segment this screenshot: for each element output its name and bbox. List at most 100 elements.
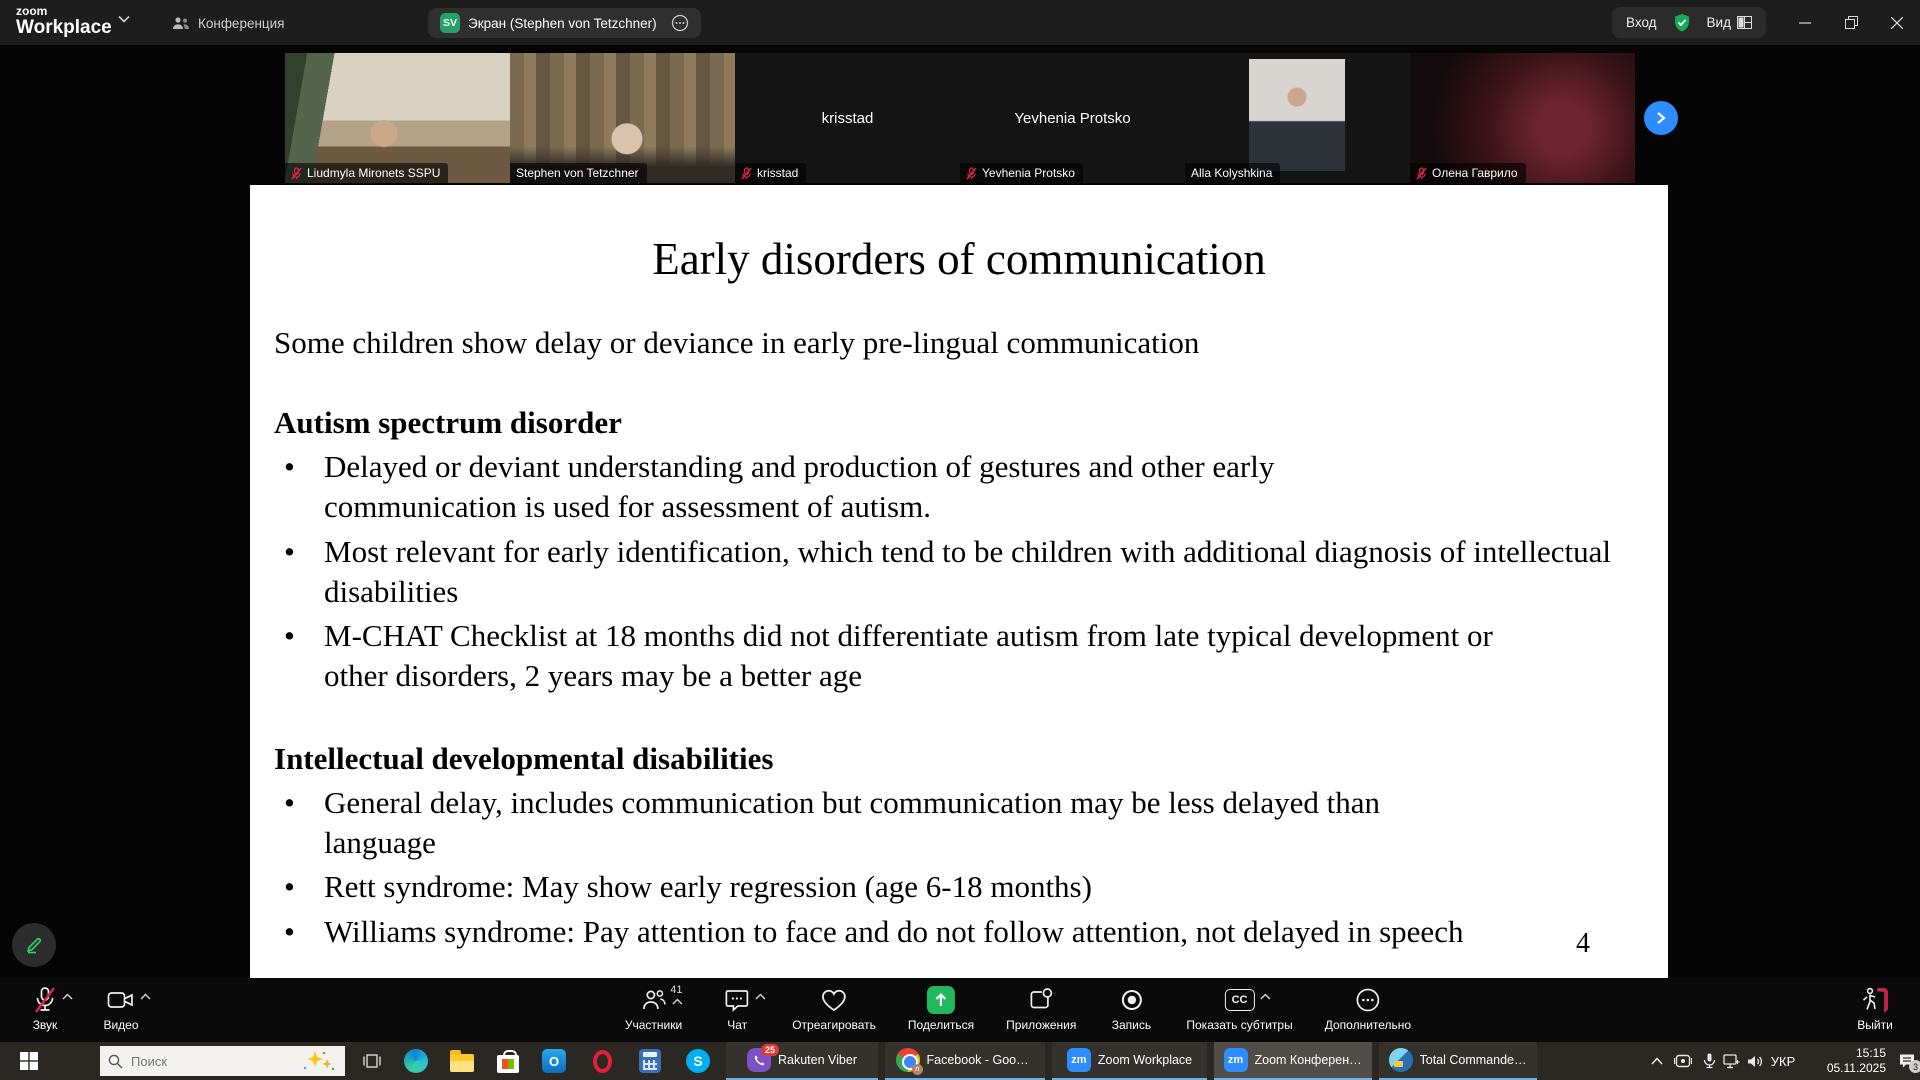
- ellipsis-circle-icon[interactable]: [671, 14, 689, 32]
- taskbar-pin-skype[interactable]: S: [676, 1042, 720, 1080]
- chevron-up-icon[interactable]: [140, 993, 151, 1000]
- camera-icon: [107, 989, 135, 1011]
- zoom-titlebar: zoom Workplace Конференция SV Экран (Ste…: [0, 0, 1920, 45]
- chrome-icon: л: [896, 1048, 920, 1072]
- opera-icon: [593, 1050, 612, 1073]
- participant-tile[interactable]: krisstad krisstad: [735, 53, 960, 183]
- chevron-up-icon[interactable]: [62, 993, 73, 1000]
- search-icon: [108, 1054, 123, 1069]
- taskbar-search[interactable]: [100, 1046, 345, 1076]
- next-participants-button[interactable]: [1644, 101, 1678, 135]
- heart-icon: [820, 987, 848, 1013]
- taskbar-pin-edge[interactable]: [394, 1042, 438, 1080]
- react-button[interactable]: Отреагировать: [792, 984, 876, 1032]
- taskbar-app-label: Rakuten Viber: [778, 1053, 857, 1067]
- mic-muted-icon: [1416, 167, 1427, 180]
- participant-name-label: Yevhenia Protsko: [960, 163, 1083, 183]
- chevron-up-icon[interactable]: [672, 998, 683, 1005]
- slide-bullet: Rett syndrome: May show early regression…: [274, 867, 1644, 907]
- participant-name: Олена Гаврило: [1432, 166, 1518, 180]
- participant-name: Yevhenia Protsko: [982, 166, 1075, 180]
- microsoft-store-icon: [497, 1055, 519, 1073]
- login-button[interactable]: Вход: [1626, 15, 1657, 30]
- taskbar-pin-calculator[interactable]: [628, 1042, 672, 1080]
- audio-button[interactable]: Звук: [22, 984, 68, 1032]
- participants-button[interactable]: 41 Участники: [625, 984, 682, 1032]
- people-icon: [172, 16, 190, 30]
- window-minimize-button[interactable]: [1783, 0, 1827, 45]
- slide-title: Early disorders of communication: [274, 233, 1644, 285]
- share-label: Поделиться: [908, 1018, 974, 1032]
- participant-tile[interactable]: Liudmyla Mironets SSPU: [285, 53, 510, 183]
- chat-button[interactable]: Чат: [714, 984, 760, 1032]
- tray-date: 05.11.2025: [1827, 1061, 1886, 1076]
- participants-count-badge: 41: [670, 984, 682, 996]
- apps-icon: [1028, 987, 1054, 1013]
- participant-name: Stephen von Tetzchner: [516, 166, 639, 180]
- taskbar-app-viber[interactable]: 25 Rakuten Viber: [726, 1042, 878, 1080]
- slide-bullet: Most relevant for early identification, …: [274, 532, 1644, 613]
- taskbar-pin-explorer[interactable]: [440, 1042, 484, 1080]
- share-screen-button[interactable]: Поделиться: [908, 984, 974, 1032]
- video-button[interactable]: Видео: [98, 984, 144, 1032]
- leave-door-icon: [1861, 986, 1889, 1014]
- apps-button[interactable]: Приложения: [1006, 984, 1076, 1032]
- search-input[interactable]: [131, 1054, 261, 1069]
- tray-language-indicator[interactable]: УКР: [1764, 1042, 1802, 1080]
- taskbar-app-zoom-workplace[interactable]: zm Zoom Workplace: [1052, 1042, 1207, 1080]
- view-button[interactable]: Вид: [1707, 15, 1752, 30]
- microsoft-logo-grid: [502, 1059, 514, 1069]
- start-button[interactable]: [0, 1042, 58, 1080]
- apps-label: Приложения: [1006, 1018, 1076, 1032]
- chevron-down-icon[interactable]: [118, 15, 130, 23]
- chevron-up-icon[interactable]: [755, 993, 766, 1000]
- participant-name: Liudmyla Mironets SSPU: [307, 166, 440, 180]
- captions-button[interactable]: CC Показать субтитры: [1186, 984, 1292, 1032]
- taskbar-pin-store[interactable]: [486, 1042, 530, 1080]
- pencil-icon: [23, 934, 45, 956]
- annotate-button[interactable]: [12, 923, 56, 967]
- meeting-canvas: Liudmyla Mironets SSPU Stephen von Tetzc…: [0, 45, 1920, 978]
- participant-name: krisstad: [757, 166, 798, 180]
- viber-unread-badge: 25: [761, 1044, 779, 1056]
- more-button[interactable]: Дополнительно: [1325, 984, 1411, 1032]
- taskbar-pin-opera[interactable]: [580, 1042, 624, 1080]
- window-close-button[interactable]: [1875, 0, 1919, 45]
- screen-tab-avatar-badge: SV: [440, 13, 460, 33]
- participant-name-label: Олена Гаврило: [1410, 163, 1526, 183]
- leave-label: Выйти: [1857, 1018, 1893, 1032]
- participant-tile[interactable]: Yevhenia Protsko Yevhenia Protsko: [960, 53, 1185, 183]
- skype-icon: S: [686, 1049, 710, 1073]
- record-label: Запись: [1112, 1018, 1151, 1032]
- tab-meeting[interactable]: Конференция: [160, 8, 297, 38]
- tray-time: 15:15: [1856, 1046, 1886, 1061]
- chevron-up-icon[interactable]: [1260, 993, 1271, 1000]
- taskbar-app-chrome[interactable]: л Facebook - Google ...: [885, 1042, 1045, 1080]
- participants-label: Участники: [625, 1018, 682, 1032]
- tab-meeting-label: Конференция: [198, 16, 285, 31]
- copilot-sparkles-icon: [297, 1049, 337, 1073]
- mic-muted-icon: [741, 167, 752, 180]
- taskbar-app-total-commander[interactable]: Total Commander ...: [1379, 1042, 1537, 1080]
- leave-meeting-button[interactable]: Выйти: [1852, 984, 1898, 1032]
- tab-screen-share[interactable]: SV Экран (Stephen von Tetzchner): [428, 8, 701, 38]
- participant-tile[interactable]: Alla Kolyshkina: [1185, 53, 1410, 183]
- grid-view-icon: [1737, 16, 1752, 29]
- viber-icon: 25: [747, 1048, 771, 1072]
- slide-bullet-list: Delayed or deviant understanding and pro…: [274, 447, 1644, 697]
- window-restore-button[interactable]: [1829, 0, 1873, 45]
- task-view-button[interactable]: [352, 1042, 392, 1080]
- participant-tile-active-speaker[interactable]: Stephen von Tetzchner: [510, 53, 735, 183]
- tray-clock[interactable]: 15:15 05.11.2025: [1804, 1042, 1890, 1080]
- participant-tile[interactable]: Олена Гаврило: [1410, 53, 1635, 183]
- taskbar-app-zoom-meeting[interactable]: zm Zoom Конференция: [1214, 1042, 1372, 1080]
- notification-center-button[interactable]: 3: [1894, 1042, 1920, 1080]
- security-shield-icon[interactable]: [1673, 13, 1691, 33]
- record-button[interactable]: Запись: [1108, 984, 1154, 1032]
- audio-label: Звук: [33, 1018, 58, 1032]
- taskbar-pin-outlook[interactable]: O: [532, 1042, 576, 1080]
- notification-icon: 3: [1898, 1053, 1916, 1069]
- logo-workplace-text: Workplace: [16, 18, 112, 37]
- taskbar-app-label: Facebook - Google ...: [927, 1053, 1035, 1067]
- calculator-icon: [639, 1049, 661, 1073]
